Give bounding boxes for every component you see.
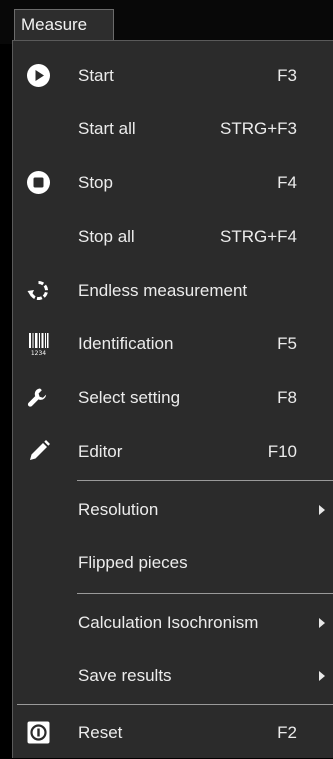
submenu-arrow-icon [319,671,325,681]
menu-separator [77,480,333,481]
submenu-arrow-icon [319,505,325,515]
menu-item-label: Stop [78,173,113,192]
pencil-icon [26,439,51,464]
menu-item-stop-all[interactable]: Stop all STRG+F4 [13,210,333,263]
play-circle-icon [26,63,51,88]
menu-item-label: Calculation Isochronism [78,613,259,632]
shortcut-label: F10 [267,442,297,461]
menu-item-resolution[interactable]: Resolution [13,483,333,536]
shortcut-label: F5 [277,334,297,353]
menu-item-label: Resolution [78,500,159,519]
menu-item-label: Flipped pieces [78,553,188,572]
menu-item-start-all[interactable]: Start all STRG+F3 [13,102,333,155]
shortcut-label: F2 [277,723,297,742]
menu-item-label: Select setting [78,388,181,407]
menu-item-stop[interactable]: Stop F4 [13,156,333,209]
menu-item-label: Stop all [78,227,135,246]
menu-item-select-setting[interactable]: Select setting F8 [13,371,333,424]
submenu-arrow-icon [319,618,325,628]
menu-item-label: Reset [78,723,123,742]
shortcut-label: STRG+F3 [220,119,297,138]
menu-item-calculation-isochronism[interactable]: Calculation Isochronism [13,596,333,649]
menu-item-save-results[interactable]: Save results [13,649,333,702]
reset-icon [26,720,51,745]
menu-item-start[interactable]: Start F3 [13,49,333,102]
menu-separator [17,704,333,705]
menu-item-label: Endless measurement [78,281,248,300]
menu-item-editor[interactable]: Editor F10 [13,425,333,478]
menu-item-reset[interactable]: Reset F2 [13,706,333,759]
wrench-icon [26,385,51,410]
menu-item-label: Start all [78,119,136,138]
shortcut-label: F3 [277,66,297,85]
stop-circle-icon [26,170,51,195]
menu-item-label: Save results [78,666,172,685]
barcode-caption: 1234 [31,350,46,356]
measure-dropdown-menu: Start F3 Start all STRG+F3 Stop F4 Stop … [12,40,333,758]
menu-item-endless-measurement[interactable]: Endless measurement [13,264,333,317]
shortcut-label: STRG+F4 [220,227,297,246]
barcode-icon: 1234 [26,331,51,356]
menu-item-label: Editor [78,442,123,461]
menu-separator [77,593,333,594]
menu-item-label: Identification [78,334,174,353]
shortcut-label: F4 [277,173,297,192]
endless-loop-icon [26,278,51,303]
menu-item-identification[interactable]: 1234 Identification F5 [13,317,333,370]
menu-bar: Measure [0,0,333,44]
shortcut-label: F8 [277,388,297,407]
menu-item-label: Start [78,66,114,85]
menu-item-flipped-pieces[interactable]: Flipped pieces [13,536,333,589]
menu-measure[interactable]: Measure [14,9,114,41]
